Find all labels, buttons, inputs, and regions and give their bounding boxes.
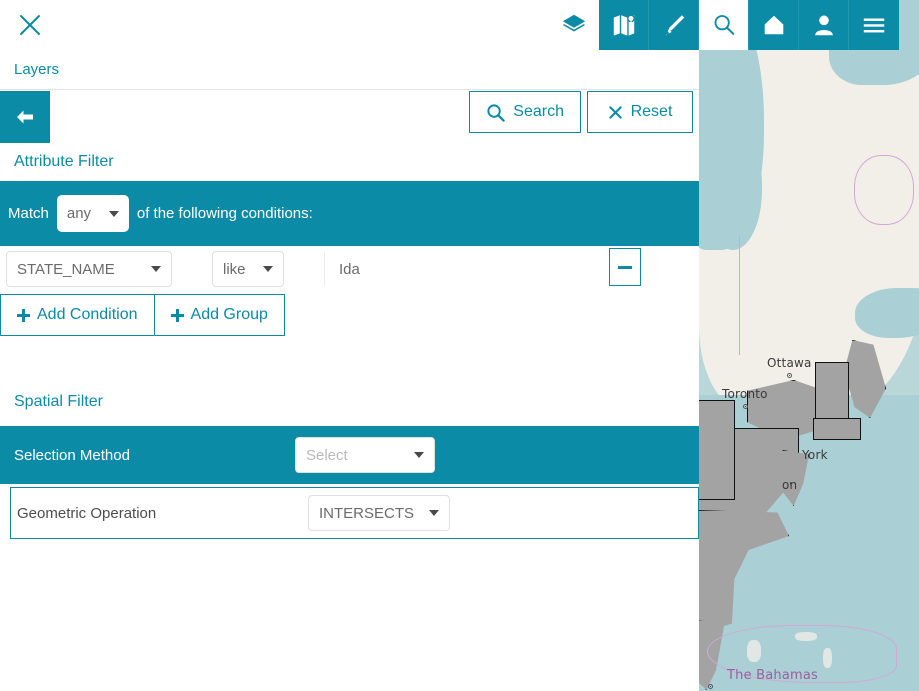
panel-action-bar: Search Reset bbox=[0, 91, 699, 143]
chevron-down-icon bbox=[151, 266, 161, 272]
map-label-ottawa: Ottawa bbox=[767, 356, 812, 370]
tool-buttons bbox=[549, 0, 899, 50]
panel-buttons: Search Reset bbox=[469, 91, 693, 133]
chevron-down-icon bbox=[108, 210, 119, 217]
account-button[interactable] bbox=[799, 0, 849, 50]
map-label-toronto: Toronto bbox=[722, 387, 768, 401]
hamburger-menu-icon bbox=[863, 18, 885, 33]
draw-button[interactable] bbox=[649, 0, 699, 50]
map-label-newyork: York bbox=[802, 448, 828, 462]
add-group-label: Add Group bbox=[190, 306, 268, 323]
map-water-james-bay bbox=[704, 130, 762, 250]
selection-method-row: Selection Method Select bbox=[0, 426, 699, 484]
search-panel: Layers Search Reset Attribute Filter Mat… bbox=[0, 50, 699, 691]
condition-operator-select[interactable]: like bbox=[212, 251, 284, 287]
map-island-abaco bbox=[795, 632, 817, 641]
user-icon bbox=[814, 15, 833, 36]
selection-method-select[interactable]: Select bbox=[295, 437, 435, 473]
match-mode-select[interactable]: any bbox=[56, 195, 129, 232]
breadcrumb-label: Layers bbox=[14, 61, 60, 78]
map-admin-boundary-2 bbox=[854, 155, 914, 225]
condition-field-value: STATE_NAME bbox=[17, 260, 115, 278]
condition-row: STATE_NAME like bbox=[0, 246, 699, 292]
attribute-filter-title: Attribute Filter bbox=[14, 153, 114, 170]
map-label-bahamas: The Bahamas bbox=[727, 668, 819, 683]
minus-icon bbox=[618, 265, 632, 269]
close-icon bbox=[608, 105, 622, 119]
match-bar: Match any of the following conditions: bbox=[0, 181, 699, 246]
layers-button[interactable] bbox=[549, 0, 599, 50]
plus-icon bbox=[17, 308, 30, 322]
geometric-operation-row: Geometric Operation INTERSECTS bbox=[10, 487, 699, 539]
map-admin-boundary-1 bbox=[739, 235, 741, 355]
selection-method-label: Selection Method bbox=[14, 446, 130, 464]
geometric-operation-value: INTERSECTS bbox=[319, 504, 415, 522]
geometric-operation-label: Geometric Operation bbox=[17, 504, 157, 522]
map-state-ohio-west bbox=[699, 400, 735, 500]
close-button[interactable] bbox=[13, 8, 47, 42]
condition-field-select[interactable]: STATE_NAME bbox=[6, 251, 172, 287]
add-condition-label: Add Condition bbox=[37, 306, 138, 323]
map-label-washington: on bbox=[782, 478, 798, 492]
map-citydot-toronto bbox=[743, 404, 748, 409]
map-state-mass-ct-ri bbox=[813, 418, 861, 440]
search-button-label: Search bbox=[513, 103, 564, 120]
chevron-down-icon bbox=[414, 452, 424, 458]
search-tool-button[interactable] bbox=[699, 0, 749, 50]
chevron-down-icon bbox=[263, 266, 273, 272]
close-icon bbox=[20, 15, 40, 35]
top-toolbar bbox=[0, 0, 919, 50]
map-citydot-ottawa bbox=[787, 373, 792, 378]
back-button[interactable] bbox=[0, 91, 50, 143]
plus-icon bbox=[170, 308, 184, 322]
map-citydot-nassau bbox=[708, 684, 713, 689]
map-button[interactable] bbox=[599, 0, 649, 50]
remove-condition-button[interactable] bbox=[609, 248, 641, 286]
spatial-filter-title: Spatial Filter bbox=[14, 393, 103, 410]
match-prefix-label: Match bbox=[8, 205, 49, 222]
condition-value-input[interactable] bbox=[324, 252, 624, 286]
add-buttons-row: Add Condition Add Group bbox=[0, 294, 285, 336]
condition-operator-value: like bbox=[223, 260, 246, 278]
map-canvas[interactable]: Ottawa Toronto York on The Bahamas bbox=[699, 0, 919, 691]
home-icon bbox=[764, 15, 783, 35]
add-condition-button[interactable]: Add Condition bbox=[0, 294, 155, 336]
map-pin-icon bbox=[613, 14, 635, 36]
reset-button[interactable]: Reset bbox=[587, 91, 693, 133]
breadcrumb[interactable]: Layers bbox=[0, 50, 699, 90]
map-state-vermont-nh bbox=[815, 362, 849, 420]
map-island-andros bbox=[747, 640, 761, 662]
menu-button[interactable] bbox=[849, 0, 899, 50]
add-group-button[interactable]: Add Group bbox=[154, 294, 285, 336]
map-water-ocean-strip bbox=[699, 105, 703, 235]
map-island-eleuthera bbox=[823, 648, 832, 668]
map-water-greatlakes-erie bbox=[855, 288, 919, 338]
layers-icon bbox=[562, 14, 586, 32]
home-button[interactable] bbox=[749, 0, 799, 50]
search-icon bbox=[487, 103, 506, 122]
geometric-operation-select[interactable]: INTERSECTS bbox=[308, 495, 450, 531]
match-suffix-label: of the following conditions: bbox=[136, 205, 313, 222]
reset-button-label: Reset bbox=[630, 103, 673, 120]
search-button[interactable]: Search bbox=[469, 91, 581, 133]
draw-pen-icon bbox=[664, 15, 684, 36]
search-icon bbox=[714, 15, 734, 35]
chevron-down-icon bbox=[429, 510, 439, 516]
match-mode-value: any bbox=[66, 205, 92, 222]
selection-method-value: Select bbox=[306, 446, 348, 464]
